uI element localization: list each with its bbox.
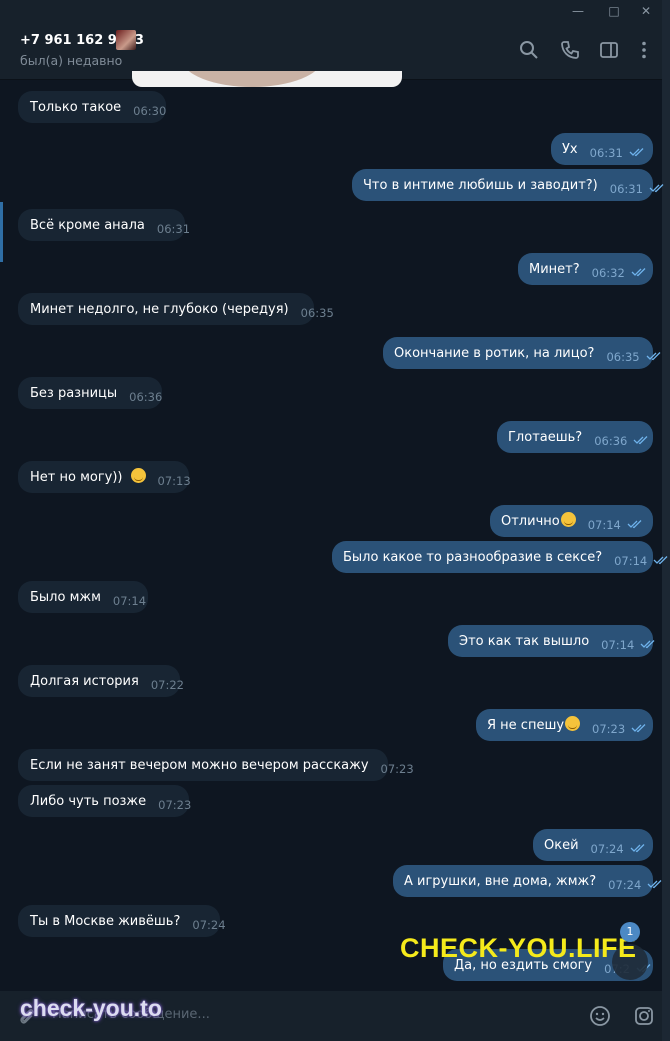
double-check-icon [640, 630, 658, 649]
message-text: Я не спешу [487, 718, 565, 733]
message-time: 07:14 [587, 518, 621, 532]
message-text: Ты в Москве живёшь? [30, 914, 181, 929]
double-check-icon [647, 870, 665, 889]
smirk-emoji [560, 512, 576, 527]
message-text: Было мжм [30, 590, 101, 605]
incoming-message[interactable]: Без разницы 06:36 [18, 377, 162, 409]
message-text: Без разницы [30, 386, 118, 401]
message-text: Было какое то разнообразие в сексе? [343, 550, 603, 565]
double-check-icon [627, 510, 645, 529]
instagram-icon[interactable] [633, 1005, 655, 1027]
incoming-message[interactable]: Всё кроме анала 06:31 [18, 209, 190, 241]
message-time: 07:24 [608, 878, 642, 892]
message-time: 06:35 [606, 350, 640, 364]
incoming-message[interactable]: Минет недолго, не глубоко (чередуя) 06:35 [18, 293, 334, 325]
incoming-message[interactable]: Если не занят вечером можно вечером расс… [18, 749, 414, 781]
message-text: Глотаешь? [508, 430, 583, 445]
outgoing-message[interactable]: Я не спешу 07:23 [476, 709, 653, 741]
message-text: Ух [562, 142, 578, 157]
message-time: 06:35 [300, 306, 334, 320]
message-time: 07:24 [192, 918, 226, 932]
outgoing-message[interactable]: Окей 07:24 [533, 829, 653, 861]
double-check-icon [631, 258, 649, 277]
message-list[interactable]: Только такое 06:30 Ух 06:31 Что в интиме люб… [0, 0, 668, 990]
incoming-message[interactable]: Долгая история 07:22 [18, 665, 184, 697]
sweat-smile-emoji [565, 716, 581, 731]
message-text: Только такое [30, 100, 122, 115]
incoming-message[interactable]: Либо чуть позже 07:23 [18, 785, 192, 817]
message-text: Долгая история [30, 674, 139, 689]
emoji-icon[interactable] [589, 1005, 611, 1027]
message-time: 06:31 [609, 182, 643, 196]
outgoing-message[interactable]: Минет? 06:32 [518, 253, 653, 285]
double-check-icon [646, 342, 664, 361]
outgoing-message[interactable]: Отлично 07:14 [490, 505, 653, 537]
incoming-message[interactable]: Было мжм 07:14 [18, 581, 148, 613]
message-time: 07:22 [150, 678, 184, 692]
message-time: 07:14 [112, 594, 147, 608]
message-text: Если не занят вечером можно вечером расс… [30, 758, 369, 773]
message-text: Окей [544, 838, 579, 853]
message-time: 06:36 [129, 390, 163, 404]
message-text: Что в интиме любишь и заводит?) [363, 178, 598, 193]
unread-badge: 1 [620, 922, 640, 942]
smirk-emoji [130, 468, 146, 483]
double-check-icon [649, 174, 667, 193]
message-time: 06:30 [133, 104, 167, 118]
message-text: Отлично [501, 514, 560, 529]
watermark-top: CHECK-YOU.LIFE [400, 933, 637, 963]
message-text: Минет недолго, не глубоко (чередуя) [30, 302, 289, 317]
message-time: 06:31 [589, 146, 623, 160]
double-check-icon [631, 714, 649, 733]
message-text: Либо чуть позже [30, 794, 147, 809]
incoming-message[interactable]: Ты в Москве живёшь? 07:24 [18, 905, 226, 937]
outgoing-message[interactable]: Это как так вышло 07:14 [448, 625, 655, 657]
outgoing-message[interactable]: А игрушки, вне дома, жмж? 07:24 [393, 865, 662, 897]
watermark-bottom: check-you.to [20, 995, 162, 1021]
message-time: 07:23 [380, 762, 414, 776]
double-check-icon [630, 834, 648, 853]
message-time: 07:23 [158, 798, 192, 812]
message-time: 07:24 [590, 842, 624, 856]
message-text: А игрушки, вне дома, жмж? [404, 874, 597, 889]
message-time: 07:14 [601, 638, 635, 652]
incoming-message[interactable]: Нет но могу)) 07:13 [18, 461, 191, 493]
outgoing-message[interactable]: Ух 06:31 [551, 133, 653, 165]
message-time: 06:32 [591, 266, 625, 280]
message-time: 07:13 [157, 474, 191, 488]
message-time: 06:36 [594, 434, 628, 448]
message-time: 07:14 [614, 554, 648, 568]
message-time: 07:23 [592, 722, 626, 736]
message-text: Нет но могу)) [30, 470, 123, 485]
outgoing-message[interactable]: Что в интиме любишь и заводит?) 06:31 [352, 169, 664, 201]
double-check-icon [633, 426, 651, 445]
outgoing-message[interactable]: Глотаешь? 06:36 [497, 421, 653, 453]
double-check-icon [629, 138, 647, 157]
double-check-icon [653, 546, 670, 565]
message-text: Всё кроме анала [30, 218, 145, 233]
incoming-message[interactable]: Только такое 06:30 [18, 91, 166, 123]
message-text: Это как так вышло [459, 634, 590, 649]
message-text: Минет? [529, 262, 580, 277]
message-time: 06:31 [156, 222, 191, 236]
message-text: Окончание в ротик, на лицо? [394, 346, 595, 361]
outgoing-message[interactable]: Было какое то разнообразие в сексе? 07:14 [332, 541, 668, 573]
outgoing-message[interactable]: Окончание в ротик, на лицо? 06:35 [383, 337, 661, 369]
